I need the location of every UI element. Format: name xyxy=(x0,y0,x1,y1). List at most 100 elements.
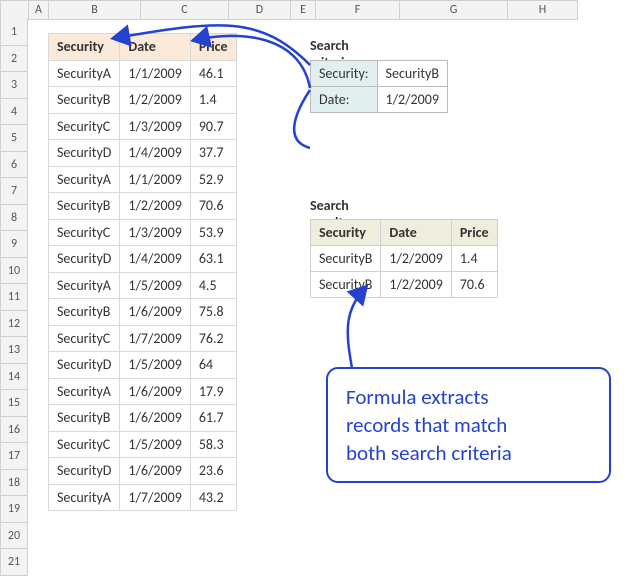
cell-date[interactable]: 1/4/2009 xyxy=(120,140,190,167)
row-header[interactable]: 4 xyxy=(0,99,28,126)
cell-price[interactable]: 37.7 xyxy=(190,140,236,167)
row-header[interactable]: 15 xyxy=(0,390,28,417)
cell-date[interactable]: 1/2/2009 xyxy=(120,87,190,114)
cell-price[interactable]: 23.6 xyxy=(190,458,236,485)
cell-security[interactable]: SecurityD xyxy=(49,458,120,485)
cell-price[interactable]: 52.9 xyxy=(190,166,236,193)
cell-date[interactable]: 1/1/2009 xyxy=(120,166,190,193)
cell-price[interactable]: 1.4 xyxy=(190,87,236,114)
cell-date[interactable]: 1/6/2009 xyxy=(120,299,190,326)
callout-line: records that match xyxy=(346,412,507,438)
select-all-corner[interactable] xyxy=(1,1,29,20)
cell-security[interactable]: SecurityA xyxy=(49,60,120,87)
col-header[interactable]: F xyxy=(316,1,400,20)
row-header[interactable]: 1 xyxy=(0,19,28,46)
cell-price[interactable]: 58.3 xyxy=(190,431,236,458)
cell-security[interactable]: SecurityD xyxy=(49,352,120,379)
cell-price[interactable]: 63.1 xyxy=(190,246,236,273)
row-header[interactable]: 3 xyxy=(0,72,28,99)
col-header[interactable]: C xyxy=(141,1,229,20)
cell-date[interactable]: 1/4/2009 xyxy=(120,246,190,273)
cell-price[interactable]: 75.8 xyxy=(190,299,236,326)
cell-date[interactable]: 1/6/2009 xyxy=(120,405,190,432)
callout-line: Formula extracts xyxy=(346,384,489,410)
cell-date[interactable]: 1/2/2009 xyxy=(381,272,451,298)
row-header[interactable]: 18 xyxy=(0,470,28,497)
cell-date[interactable]: 1/3/2009 xyxy=(120,219,190,246)
col-header[interactable]: E xyxy=(291,1,316,20)
criteria-value-date[interactable]: 1/2/2009 xyxy=(377,87,447,113)
callout-line: both search criteria xyxy=(346,440,512,466)
cell-date[interactable]: 1/7/2009 xyxy=(120,484,190,511)
table-row: SecurityC1/5/200958.3 xyxy=(49,431,237,458)
row-header[interactable]: 12 xyxy=(0,311,28,338)
cell-date[interactable]: 1/5/2009 xyxy=(120,431,190,458)
col-header[interactable]: B xyxy=(49,1,141,20)
row-header[interactable]: 11 xyxy=(0,284,28,311)
cell-date[interactable]: 1/5/2009 xyxy=(120,272,190,299)
row-header[interactable]: 16 xyxy=(0,417,28,444)
row-header[interactable]: 2 xyxy=(0,46,28,73)
cell-date[interactable]: 1/2/2009 xyxy=(381,246,451,272)
col-header[interactable]: G xyxy=(400,1,508,20)
cell-security[interactable]: SecurityD xyxy=(49,246,120,273)
cell-date[interactable]: 1/2/2009 xyxy=(120,193,190,220)
cell-security[interactable]: SecurityC xyxy=(49,113,120,140)
cell-price[interactable]: 70.6 xyxy=(190,193,236,220)
results-header-price[interactable]: Price xyxy=(451,220,497,246)
cell-price[interactable]: 43.2 xyxy=(190,484,236,511)
cell-date[interactable]: 1/5/2009 xyxy=(120,352,190,379)
cell-security[interactable]: SecurityB xyxy=(49,299,120,326)
col-header[interactable]: A xyxy=(29,1,49,20)
header-security[interactable]: Security xyxy=(49,34,120,61)
row-header[interactable]: 8 xyxy=(0,205,28,232)
cell-price[interactable]: 17.9 xyxy=(190,378,236,405)
cell-security[interactable]: SecurityA xyxy=(49,484,120,511)
cell-security[interactable]: SecurityC xyxy=(49,219,120,246)
cell-security[interactable]: SecurityB xyxy=(311,246,381,272)
col-header[interactable]: D xyxy=(229,1,291,20)
table-header-row: Security Date Price xyxy=(49,34,237,61)
cell-price[interactable]: 64 xyxy=(190,352,236,379)
row-header[interactable]: 20 xyxy=(0,523,28,550)
cell-date[interactable]: 1/7/2009 xyxy=(120,325,190,352)
cell-date[interactable]: 1/1/2009 xyxy=(120,60,190,87)
cell-security[interactable]: SecurityA xyxy=(49,166,120,193)
cell-security[interactable]: SecurityB xyxy=(49,193,120,220)
col-header[interactable]: H xyxy=(508,1,578,20)
cell-price[interactable]: 1.4 xyxy=(451,246,497,272)
cell-security[interactable]: SecurityC xyxy=(49,431,120,458)
results-header-security[interactable]: Security xyxy=(311,220,381,246)
row-header[interactable]: 14 xyxy=(0,364,28,391)
row-header[interactable]: 7 xyxy=(0,178,28,205)
cell-date[interactable]: 1/6/2009 xyxy=(120,378,190,405)
row-header[interactable]: 6 xyxy=(0,152,28,179)
header-date[interactable]: Date xyxy=(120,34,190,61)
header-price[interactable]: Price xyxy=(190,34,236,61)
results-header-date[interactable]: Date xyxy=(381,220,451,246)
cell-price[interactable]: 61.7 xyxy=(190,405,236,432)
cell-security[interactable]: SecurityB xyxy=(311,272,381,298)
cell-security[interactable]: SecurityD xyxy=(49,140,120,167)
cell-security[interactable]: SecurityA xyxy=(49,272,120,299)
row-header[interactable]: 17 xyxy=(0,443,28,470)
criteria-value-security[interactable]: SecurityB xyxy=(377,61,447,87)
cell-security[interactable]: SecurityB xyxy=(49,405,120,432)
row-header[interactable]: 5 xyxy=(0,125,28,152)
row-header[interactable]: 9 xyxy=(0,231,28,258)
cell-price[interactable]: 76.2 xyxy=(190,325,236,352)
cell-date[interactable]: 1/3/2009 xyxy=(120,113,190,140)
cell-price[interactable]: 4.5 xyxy=(190,272,236,299)
cell-price[interactable]: 90.7 xyxy=(190,113,236,140)
row-header[interactable]: 13 xyxy=(0,337,28,364)
cell-security[interactable]: SecurityA xyxy=(49,378,120,405)
row-header[interactable]: 21 xyxy=(0,549,28,576)
cell-price[interactable]: 53.9 xyxy=(190,219,236,246)
row-header[interactable]: 10 xyxy=(0,258,28,285)
cell-date[interactable]: 1/6/2009 xyxy=(120,458,190,485)
cell-price[interactable]: 70.6 xyxy=(451,272,497,298)
cell-price[interactable]: 46.1 xyxy=(190,60,236,87)
cell-security[interactable]: SecurityC xyxy=(49,325,120,352)
cell-security[interactable]: SecurityB xyxy=(49,87,120,114)
row-header[interactable]: 19 xyxy=(0,496,28,523)
